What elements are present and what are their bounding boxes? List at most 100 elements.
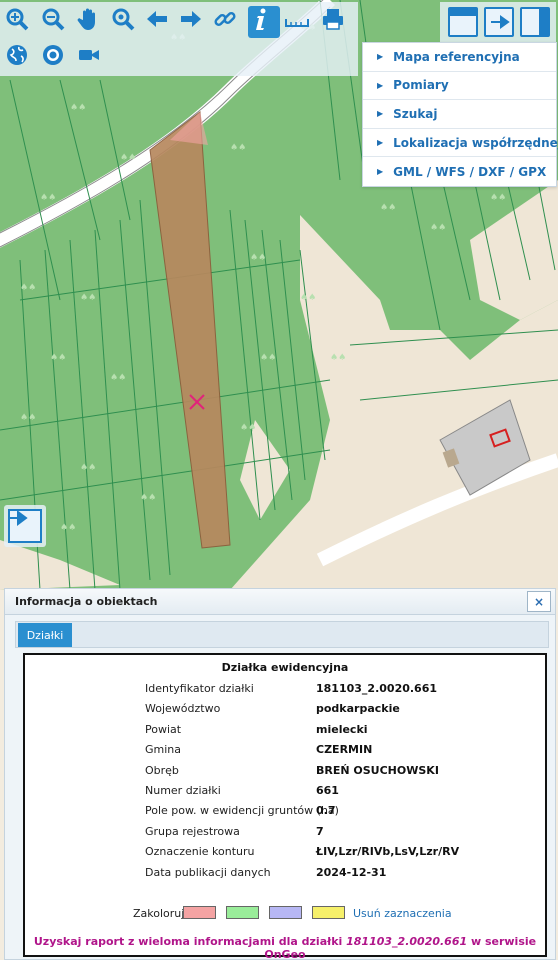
back-button[interactable] — [144, 6, 176, 38]
link-button[interactable] — [212, 6, 244, 38]
triangle-right-icon: ▶ — [377, 167, 384, 177]
tab-bar: Działki — [15, 621, 549, 648]
triangle-right-icon: ▶ — [377, 138, 384, 148]
forward-button[interactable] — [178, 6, 210, 38]
measure-button[interactable] — [284, 6, 316, 38]
color-swatch-red[interactable] — [183, 906, 216, 919]
field-value: 0.7 — [316, 804, 336, 817]
field-row: Powiat mielecki — [25, 723, 545, 743]
window-header-icon — [450, 9, 476, 16]
svg-text:♠♠: ♠♠ — [80, 463, 96, 473]
parcel-heading: Działka ewidencyjna — [221, 661, 349, 674]
back-arrow-icon — [147, 11, 167, 27]
svg-text:♠♠: ♠♠ — [430, 223, 446, 233]
svg-text:♠♠: ♠♠ — [260, 353, 276, 363]
field-value: CZERMIN — [316, 743, 373, 756]
field-label: Grupa rejestrowa — [145, 825, 240, 838]
zoom-in-button[interactable] — [4, 6, 36, 38]
triangle-right-icon: ▶ — [377, 109, 384, 119]
svg-text:♠♠: ♠♠ — [80, 293, 96, 303]
menu-item-label: Szukaj — [393, 106, 438, 121]
measure-ruler-icon — [285, 19, 309, 27]
svg-text:♠♠: ♠♠ — [300, 293, 316, 303]
field-label: Gmina — [145, 743, 182, 756]
menu-item-measurements[interactable]: ▶ Pomiary — [363, 72, 556, 101]
globe-button[interactable] — [4, 42, 36, 74]
window-sidebar-icon — [539, 9, 548, 35]
pan-button[interactable] — [76, 6, 108, 38]
menu-item-export-formats[interactable]: ▶ GML / WFS / DXF / GPX — [363, 157, 556, 186]
report-prefix: Uzyskaj raport z wieloma informacjami dl… — [33, 935, 347, 948]
svg-text:♠♠: ♠♠ — [110, 373, 126, 383]
color-swatch-purple[interactable] — [269, 906, 302, 919]
forward-arrow-icon — [181, 11, 201, 27]
clear-selection-link[interactable]: Usuń zaznaczenia — [353, 907, 452, 920]
right-toolbar — [440, 2, 556, 42]
parcel-details: Działka ewidencyjna Identyfikator działk… — [23, 653, 547, 960]
svg-text:♠♠: ♠♠ — [20, 413, 36, 423]
svg-text:♠♠: ♠♠ — [140, 493, 156, 503]
map-canvas[interactable]: ♠♠ ♠♠ ♠♠ ♠♠ ♠♠ ♠♠ ♠♠ ♠♠ ♠♠ ♠♠ ♠♠ ♠♠ ♠♠ ♠♠ ♠♠ ♠♠ ♠♠ ♠… — [0, 0, 558, 590]
svg-text:♠♠: ♠♠ — [70, 103, 86, 113]
field-value: 2024-12-31 — [316, 866, 387, 879]
info-button[interactable] — [248, 6, 280, 38]
field-label: Identyfikator działki — [145, 682, 254, 695]
report-link[interactable]: Uzyskaj raport z wieloma informacjami dl… — [25, 935, 545, 960]
svg-text:♠♠: ♠♠ — [40, 193, 56, 203]
print-icon — [323, 9, 343, 30]
menu-item-label: GML / WFS / DXF / GPX — [393, 164, 547, 179]
triangle-right-icon: ▶ — [377, 80, 384, 90]
color-swatch-yellow[interactable] — [312, 906, 345, 919]
field-label: Numer działki — [145, 784, 221, 797]
panel-title: Informacja o obiektach — [5, 589, 555, 615]
field-row: Oznaczenie konturu ŁIV,Lzr/RIVb,LsV,Lzr/R… — [25, 845, 545, 865]
svg-text:♠♠: ♠♠ — [120, 153, 136, 163]
parcel-details-body: Działka ewidencyjna Identyfikator działk… — [25, 655, 545, 960]
print-button[interactable] — [320, 6, 352, 38]
close-button[interactable]: × — [527, 591, 551, 612]
field-label: Data publikacji danych — [145, 866, 271, 879]
field-row: Data publikacji danych 2024-12-31 — [25, 866, 545, 886]
svg-text:♠♠: ♠♠ — [60, 523, 76, 533]
field-label: Powiat — [145, 723, 182, 736]
zoom-extent-button[interactable] — [110, 6, 142, 38]
menu-item-coordinate-location[interactable]: ▶ Lokalizacja współrzędnej — [363, 129, 558, 158]
field-value: podkarpackie — [316, 702, 400, 715]
tools-menu: ▶ Mapa referencyjna ▶ Pomiary ▶ Szukaj ▶ Lok… — [362, 42, 558, 187]
panel-arrow-button[interactable] — [484, 7, 514, 37]
colorize-label: Zakoloruj: — [133, 907, 189, 920]
panel-side-button[interactable] — [520, 7, 550, 37]
menu-item-label: Mapa referencyjna — [393, 49, 520, 64]
tab-parcels[interactable]: Działki — [18, 623, 72, 647]
field-row: Województwo podkarpackie — [25, 702, 545, 722]
field-label: Oznaczenie konturu — [145, 845, 255, 858]
field-value: 181103_2.0020.661 — [316, 682, 438, 695]
link-icon — [214, 11, 236, 27]
color-swatch-green[interactable] — [226, 906, 259, 919]
expand-panel-button[interactable] — [4, 505, 46, 547]
field-value: mielecki — [316, 723, 368, 736]
field-row: Identyfikator działki 181103_2.0020.661 — [25, 682, 545, 702]
field-value: BREŃ OSUCHOWSKI — [316, 764, 439, 777]
svg-text:♠♠: ♠♠ — [50, 353, 66, 363]
report-parcel-id: 181103_2.0020.661 — [346, 935, 468, 948]
locate-target-icon — [43, 45, 63, 65]
zoom-out-button[interactable] — [40, 6, 72, 38]
menu-item-reference-map[interactable]: ▶ Mapa referencyjna — [363, 43, 556, 72]
menu-item-label: Pomiary — [393, 78, 449, 93]
panel-top-button[interactable] — [448, 7, 478, 37]
field-value: ŁIV,Lzr/RIVb,LsV,Lzr/RV — [316, 845, 460, 858]
menu-item-search[interactable]: ▶ Szukaj — [363, 100, 556, 129]
colorize-row: Zakoloruj: Usuń zaznaczenia — [25, 905, 545, 923]
zoom-extent-icon — [112, 8, 135, 31]
svg-text:♠♠: ♠♠ — [380, 203, 396, 213]
field-row: Obręb BREŃ OSUCHOWSKI — [25, 764, 545, 784]
video-button[interactable] — [76, 42, 108, 74]
locate-button[interactable] — [40, 42, 72, 74]
map-toolbar — [0, 2, 358, 76]
video-camera-icon — [79, 50, 99, 60]
zoom-out-icon — [42, 8, 65, 31]
field-label: Obręb — [145, 764, 179, 777]
svg-text:♠♠: ♠♠ — [330, 353, 346, 363]
info-icon — [256, 8, 266, 30]
